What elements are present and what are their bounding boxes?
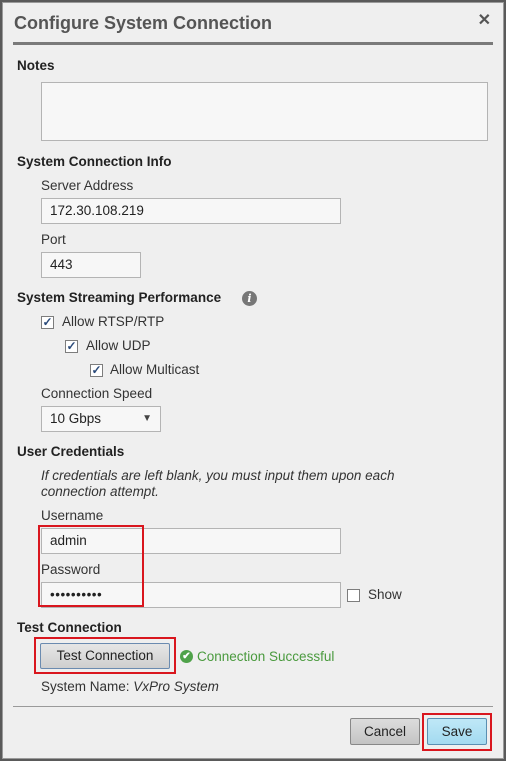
configure-connection-dialog: Configure System Connection ✕ Notes Syst… — [2, 2, 504, 759]
title-divider — [13, 42, 493, 45]
connection-status-text: Connection Successful — [197, 649, 335, 664]
credentials-note-line1: If credentials are left blank, you must … — [41, 468, 395, 483]
close-icon[interactable]: ✕ — [478, 10, 491, 30]
save-button[interactable]: Save — [427, 718, 487, 745]
port-label: Port — [41, 232, 66, 247]
chevron-down-icon: ▼ — [142, 413, 152, 424]
allow-rtsp-label: Allow RTSP/RTP — [62, 314, 165, 329]
show-password-checkbox[interactable]: ✓ — [347, 589, 360, 602]
dialog-title: Configure System Connection — [14, 13, 273, 33]
streaming-heading: System Streaming Performance — [17, 290, 222, 305]
check-circle-icon: ✔ — [180, 650, 193, 663]
connection-info-heading: System Connection Info — [17, 154, 172, 169]
server-address-input[interactable]: 172.30.108.219 — [41, 198, 341, 224]
test-connection-button[interactable]: Test Connection — [40, 643, 170, 669]
port-input[interactable]: 443 — [41, 252, 141, 278]
username-label: Username — [41, 508, 104, 523]
system-name-label: System Name: — [41, 679, 130, 694]
footer-divider — [13, 706, 493, 707]
credentials-highlight — [38, 525, 144, 607]
allow-multicast-checkbox[interactable]: ✓ — [90, 364, 103, 377]
connection-speed-label: Connection Speed — [41, 386, 153, 401]
system-name-row: System Name: VxPro System — [41, 679, 219, 694]
notes-heading: Notes — [17, 58, 55, 73]
allow-multicast-label: Allow Multicast — [110, 362, 200, 377]
allow-rtsp-checkbox[interactable]: ✓ — [41, 316, 54, 329]
credentials-note-line2: connection attempt. — [41, 484, 159, 499]
info-icon[interactable]: i — [242, 291, 257, 306]
allow-udp-label: Allow UDP — [86, 338, 151, 353]
system-name-value: VxPro System — [133, 679, 219, 694]
cancel-button[interactable]: Cancel — [350, 718, 420, 745]
server-address-label: Server Address — [41, 178, 134, 193]
connection-speed-value: 10 Gbps — [50, 411, 102, 426]
connection-speed-select[interactable]: 10 Gbps ▼ — [41, 406, 161, 432]
notes-textarea[interactable] — [41, 82, 488, 141]
allow-udp-checkbox[interactable]: ✓ — [65, 340, 78, 353]
test-connection-heading: Test Connection — [17, 620, 122, 635]
show-password-label: Show — [368, 587, 402, 602]
credentials-heading: User Credentials — [17, 444, 125, 459]
